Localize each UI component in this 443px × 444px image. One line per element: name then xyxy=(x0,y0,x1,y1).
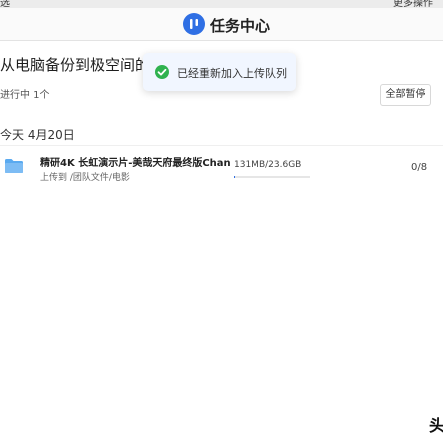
divider xyxy=(0,145,443,146)
in-progress-count: 进行中 1个 xyxy=(0,90,50,101)
task-size: 131MB/23.6GB xyxy=(234,160,302,170)
pause-all-button[interactable]: 全部暂停 xyxy=(380,84,431,106)
task-center-logo-icon xyxy=(183,13,205,35)
task-progress-fill xyxy=(234,176,235,178)
task-destination: 上传到 /团队文件/电影 xyxy=(40,173,130,183)
corner-glyph: 头 xyxy=(429,416,443,435)
toast-notification: 已经重新加入上传队列 xyxy=(143,53,296,91)
task-name: 精研4K 长虹演示片-美哉天府最终版Chang... xyxy=(40,158,230,169)
page-title: 从电脑备份到极空间的文 xyxy=(0,56,166,74)
toast-message: 已经重新加入上传队列 xyxy=(177,67,287,80)
date-group-header: 今天 4月20日 xyxy=(0,128,75,142)
task-row[interactable]: 精研4K 长虹演示片-美哉天府最终版Chang... 上传到 /团队文件/电影 … xyxy=(0,148,443,190)
folder-icon xyxy=(4,158,24,174)
task-center-header: 任务中心 xyxy=(0,8,443,41)
success-check-icon xyxy=(155,65,169,79)
window-title: 任务中心 xyxy=(210,17,271,35)
task-file-count: 0/8 xyxy=(411,162,428,173)
task-progress-bar xyxy=(234,176,310,178)
